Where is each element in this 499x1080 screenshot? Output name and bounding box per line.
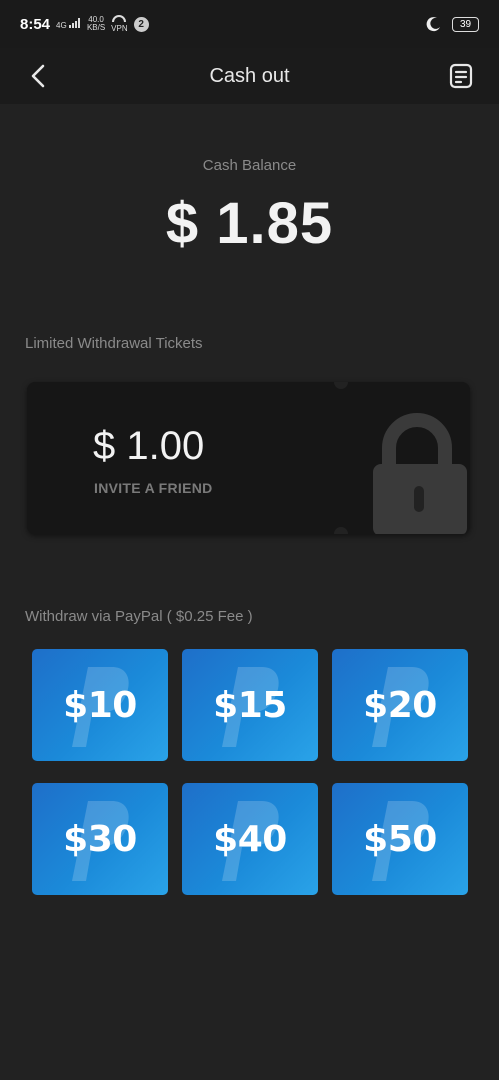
battery-level: 39 <box>459 18 472 30</box>
status-time: 8:54 <box>20 15 51 33</box>
back-button[interactable] <box>20 58 56 94</box>
chevron-left-icon <box>31 64 45 88</box>
paypal-option-50[interactable]: $50 <box>332 783 468 895</box>
ticket-perforation <box>27 390 31 526</box>
battery-icon: 39 <box>452 16 479 32</box>
paypal-option-label: $30 <box>63 818 137 860</box>
page-title: Cash out <box>209 64 290 87</box>
ticket-notch-top <box>334 382 348 389</box>
history-button[interactable] <box>443 58 479 94</box>
notification-count-badge: 2 <box>133 16 149 32</box>
paypal-option-label: $40 <box>213 818 287 860</box>
network-indicator: 4G <box>56 18 81 30</box>
signal-icon <box>68 18 80 28</box>
network-speed: 40.0 KB/S <box>87 16 105 32</box>
speed-unit: KB/S <box>86 23 106 32</box>
paypal-option-label: $20 <box>363 684 437 726</box>
tickets-section-label: Limited Withdrawal Tickets <box>25 335 203 352</box>
ticket-amount: $ 1.00 <box>93 424 205 468</box>
ticket-notch-bottom <box>334 527 348 534</box>
cash-balance-value: $ 1.85 <box>165 191 334 256</box>
withdrawal-ticket[interactable]: $ 1.00 INVITE A FRIEND <box>27 382 470 534</box>
paypal-option-40[interactable]: $40 <box>182 783 318 895</box>
status-bar: 8:54 4G 40.0 KB/S VPN 2 39 <box>0 0 499 48</box>
vpn-label: VPN <box>111 24 128 33</box>
paypal-option-15[interactable]: $15 <box>182 649 318 761</box>
paypal-option-30[interactable]: $30 <box>32 783 168 895</box>
lock-icon <box>373 413 467 534</box>
paypal-option-10[interactable]: $10 <box>32 649 168 761</box>
moon-icon <box>426 17 440 32</box>
paypal-option-20[interactable]: $20 <box>332 649 468 761</box>
paypal-section-label: Withdraw via PayPal ( $0.25 Fee ) <box>25 608 253 625</box>
ticket-subtitle: INVITE A FRIEND <box>94 480 213 496</box>
vpn-icon <box>112 15 127 23</box>
paypal-option-label: $15 <box>213 684 287 726</box>
paypal-options-grid: $10 $15 $20 $30 $40 $50 <box>32 649 468 895</box>
network-label: 4G <box>56 21 67 30</box>
cash-balance-label: Cash Balance <box>202 157 297 174</box>
paypal-option-label: $50 <box>363 818 437 860</box>
vpn-indicator: VPN <box>111 15 128 33</box>
paypal-option-label: $10 <box>63 684 137 726</box>
app-header: Cash out <box>0 48 499 104</box>
document-icon <box>449 63 473 89</box>
